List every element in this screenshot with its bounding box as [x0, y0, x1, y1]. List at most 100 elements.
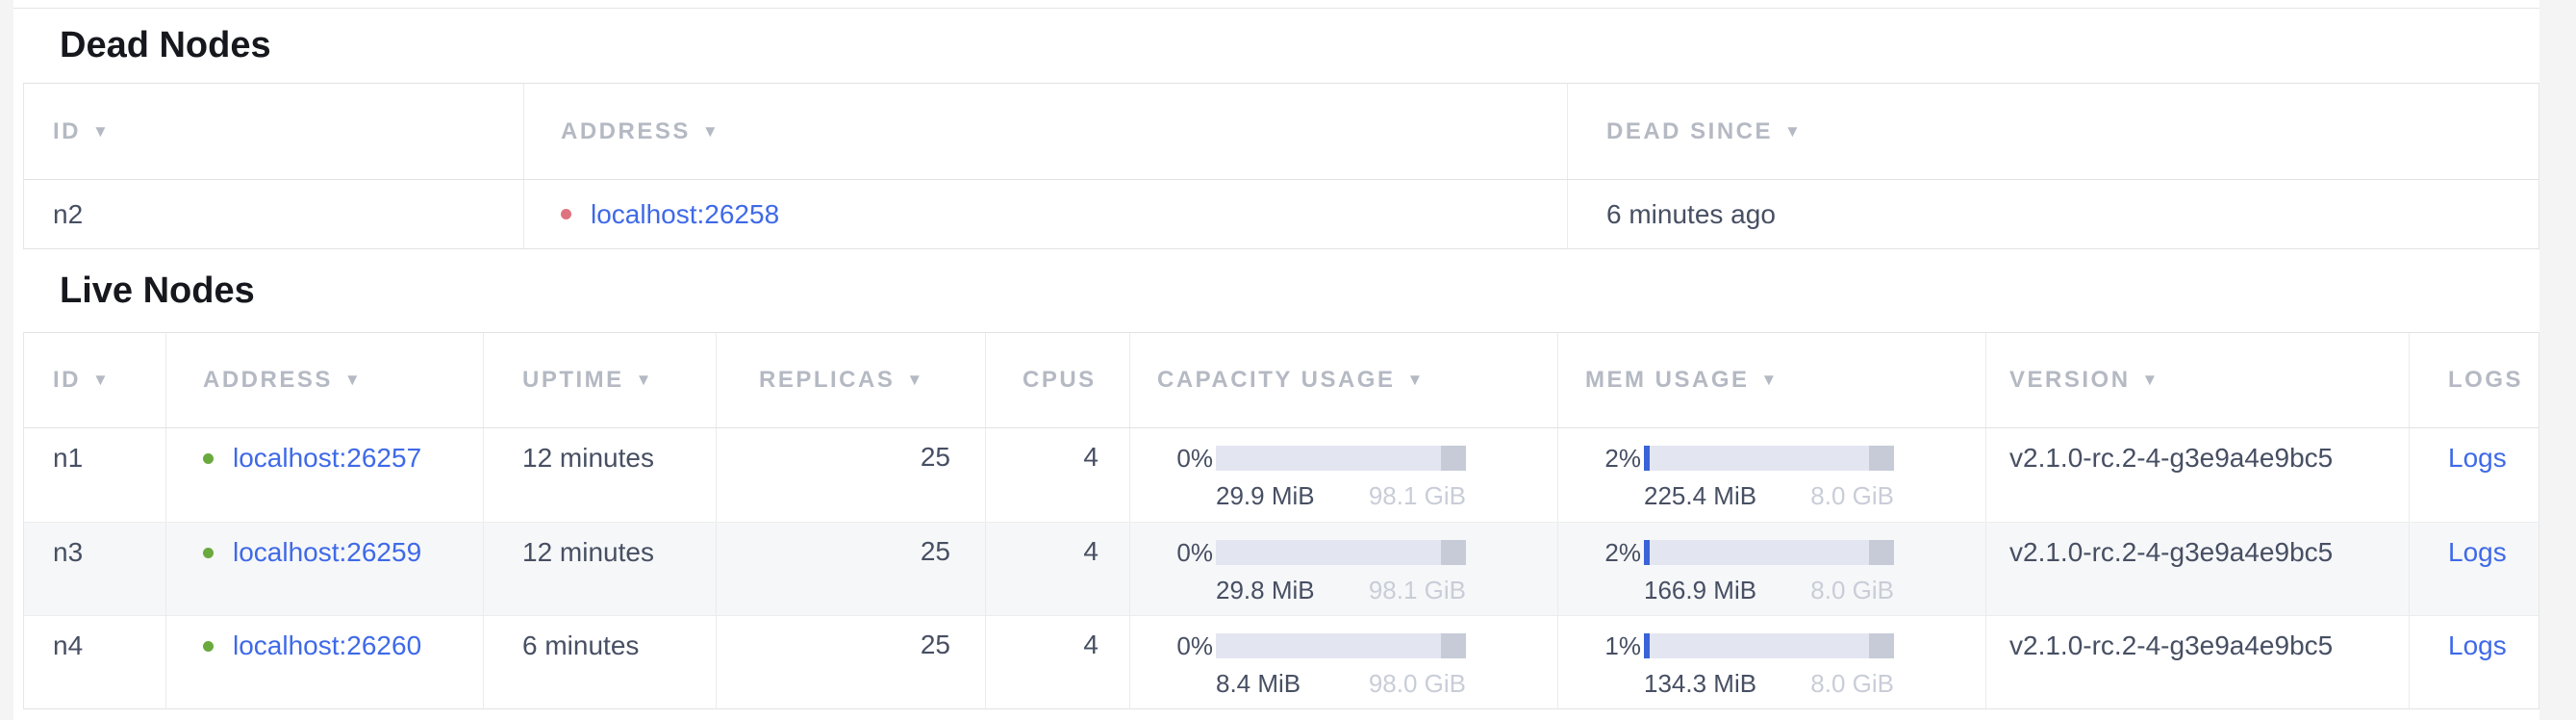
column-header-logs: LOGS — [2410, 333, 2538, 427]
column-header-id[interactable]: ID ▼ — [24, 333, 166, 427]
column-header-label: UPTIME — [522, 367, 624, 394]
column-header-address[interactable]: ADDRESS ▼ — [166, 333, 484, 427]
node-id-cell: n3 — [24, 523, 166, 615]
sort-arrow-icon: ▼ — [2142, 371, 2160, 390]
mem-usage-bar — [1644, 540, 1894, 565]
mem-usage-cell: 1% 134.3 MiB 8.0 GiB — [1558, 616, 1986, 708]
uptime-value: 12 minutes — [522, 443, 654, 474]
node-id-cell: n1 — [24, 428, 166, 522]
bar-used-segment — [1644, 540, 1650, 565]
node-address-link[interactable]: localhost:26260 — [233, 630, 421, 661]
column-header-version[interactable]: VERSION ▼ — [1986, 333, 2410, 427]
replicas-cell: 25 — [717, 616, 986, 708]
nodes-overview-content: Dead Nodes ID ▼ ADDRESS ▼ DEAD SINCE ▼ — [13, 0, 2539, 720]
capacity-used-value: 29.9 MiB — [1216, 481, 1315, 511]
sort-arrow-icon: ▼ — [906, 371, 924, 390]
node-id-cell: n4 — [24, 616, 166, 708]
capacity-total-value: 98.1 GiB — [1369, 481, 1466, 511]
sort-arrow-icon: ▼ — [1784, 122, 1803, 141]
dead-nodes-section: Dead Nodes ID ▼ ADDRESS ▼ DEAD SINCE ▼ — [13, 9, 2539, 249]
node-address-link[interactable]: localhost:26259 — [233, 537, 421, 568]
node-id-value: n1 — [53, 443, 83, 474]
uptime-cell: 6 minutes — [484, 616, 717, 708]
logs-link[interactable]: Logs — [2448, 443, 2507, 474]
nodes-overview-page: Dead Nodes ID ▼ ADDRESS ▼ DEAD SINCE ▼ — [0, 0, 2576, 720]
column-header-label: DEAD SINCE — [1606, 118, 1773, 145]
capacity-percent-label: 0% — [1157, 538, 1213, 568]
bar-reserved-segment — [1441, 633, 1466, 658]
capacity-usage-cell: 0% 29.8 MiB 98.1 GiB — [1130, 523, 1558, 615]
sort-arrow-icon: ▼ — [702, 122, 720, 141]
dead-nodes-body: n2 localhost:26258 6 minutes ago — [24, 180, 2538, 248]
dead-nodes-header-row: ID ▼ ADDRESS ▼ DEAD SINCE ▼ — [24, 84, 2538, 180]
logs-link[interactable]: Logs — [2448, 537, 2507, 568]
capacity-total-value: 98.1 GiB — [1369, 576, 1466, 605]
node-address-cell: localhost:26257 — [166, 428, 484, 522]
logs-link[interactable]: Logs — [2448, 630, 2507, 661]
column-header-uptime[interactable]: UPTIME ▼ — [484, 333, 717, 427]
mem-percent-label: 1% — [1585, 631, 1641, 661]
node-address-link[interactable]: localhost:26257 — [233, 443, 421, 474]
cpus-cell: 4 — [986, 428, 1130, 522]
live-nodes-title: Live Nodes — [13, 249, 2539, 332]
live-status-dot-icon — [203, 548, 214, 558]
version-value: v2.1.0-rc.2-4-g3e9a4e9bc5 — [2009, 630, 2333, 661]
capacity-percent-label: 0% — [1157, 444, 1213, 474]
dead-nodes-title: Dead Nodes — [13, 9, 2539, 83]
column-header-dead-since[interactable]: DEAD SINCE ▼ — [1568, 84, 2538, 179]
capacity-usage-cell: 0% 8.4 MiB 98.0 GiB — [1130, 616, 1558, 708]
uptime-cell: 12 minutes — [484, 428, 717, 522]
column-header-capacity-usage[interactable]: CAPACITY USAGE ▼ — [1130, 333, 1558, 427]
version-cell: v2.1.0-rc.2-4-g3e9a4e9bc5 — [1986, 523, 2410, 615]
column-header-replicas[interactable]: REPLICAS ▼ — [717, 333, 986, 427]
cpus-cell: 4 — [986, 523, 1130, 615]
dead-status-dot-icon — [561, 209, 571, 219]
capacity-total-value: 98.0 GiB — [1369, 669, 1466, 699]
mem-total-value: 8.0 GiB — [1810, 669, 1894, 699]
bar-used-segment — [1644, 633, 1650, 658]
capacity-percent-label: 0% — [1157, 631, 1213, 661]
live-nodes-table: ID ▼ ADDRESS ▼ UPTIME ▼ REPLICAS ▼ — [23, 332, 2539, 709]
mem-usage-bar — [1644, 633, 1894, 658]
bar-reserved-segment — [1441, 446, 1466, 471]
dead-node-row: n2 localhost:26258 6 minutes ago — [24, 180, 2538, 248]
column-header-label: ADDRESS — [203, 367, 333, 394]
logs-cell: Logs — [2410, 523, 2538, 615]
bar-reserved-segment — [1869, 446, 1894, 471]
column-header-mem-usage[interactable]: MEM USAGE ▼ — [1558, 333, 1986, 427]
column-header-address[interactable]: ADDRESS ▼ — [524, 84, 1568, 179]
dead-since-cell: 6 minutes ago — [1568, 180, 2538, 248]
live-nodes-section: Live Nodes ID ▼ ADDRESS ▼ UPTIME ▼ — [13, 249, 2539, 709]
column-header-cpus: CPUS — [986, 333, 1130, 427]
live-status-dot-icon — [203, 641, 214, 652]
sort-arrow-icon: ▼ — [636, 371, 654, 390]
capacity-usage-bar — [1216, 633, 1466, 658]
node-address-cell: localhost:26258 — [524, 180, 1568, 248]
live-node-row: n4 localhost:26260 6 minutes — [24, 615, 2538, 708]
node-address-link[interactable]: localhost:26258 — [591, 199, 779, 230]
mem-percent-label: 2% — [1585, 444, 1641, 474]
live-nodes-header-row: ID ▼ ADDRESS ▼ UPTIME ▼ REPLICAS ▼ — [24, 333, 2538, 428]
column-header-label: CPUS — [1023, 367, 1097, 394]
uptime-cell: 12 minutes — [484, 523, 717, 615]
bar-reserved-segment — [1441, 540, 1466, 565]
node-id-value: n4 — [53, 630, 83, 661]
capacity-usage-bar — [1216, 540, 1466, 565]
mem-percent-label: 2% — [1585, 538, 1641, 568]
replicas-cell: 25 — [717, 523, 986, 615]
uptime-value: 12 minutes — [522, 537, 654, 568]
cpus-cell: 4 — [986, 616, 1130, 708]
mem-total-value: 8.0 GiB — [1810, 576, 1894, 605]
node-address-cell: localhost:26260 — [166, 616, 484, 708]
uptime-value: 6 minutes — [522, 630, 639, 661]
sort-arrow-icon: ▼ — [1761, 371, 1780, 390]
capacity-usage-cell: 0% 29.9 MiB 98.1 GiB — [1130, 428, 1558, 522]
bar-reserved-segment — [1869, 540, 1894, 565]
version-cell: v2.1.0-rc.2-4-g3e9a4e9bc5 — [1986, 428, 2410, 522]
mem-used-value: 166.9 MiB — [1644, 576, 1756, 605]
column-header-label: ADDRESS — [561, 118, 691, 145]
column-header-id[interactable]: ID ▼ — [24, 84, 524, 179]
sort-arrow-icon: ▼ — [1406, 371, 1425, 390]
column-header-label: LOGS — [2448, 367, 2523, 394]
column-header-label: CAPACITY USAGE — [1157, 367, 1395, 394]
